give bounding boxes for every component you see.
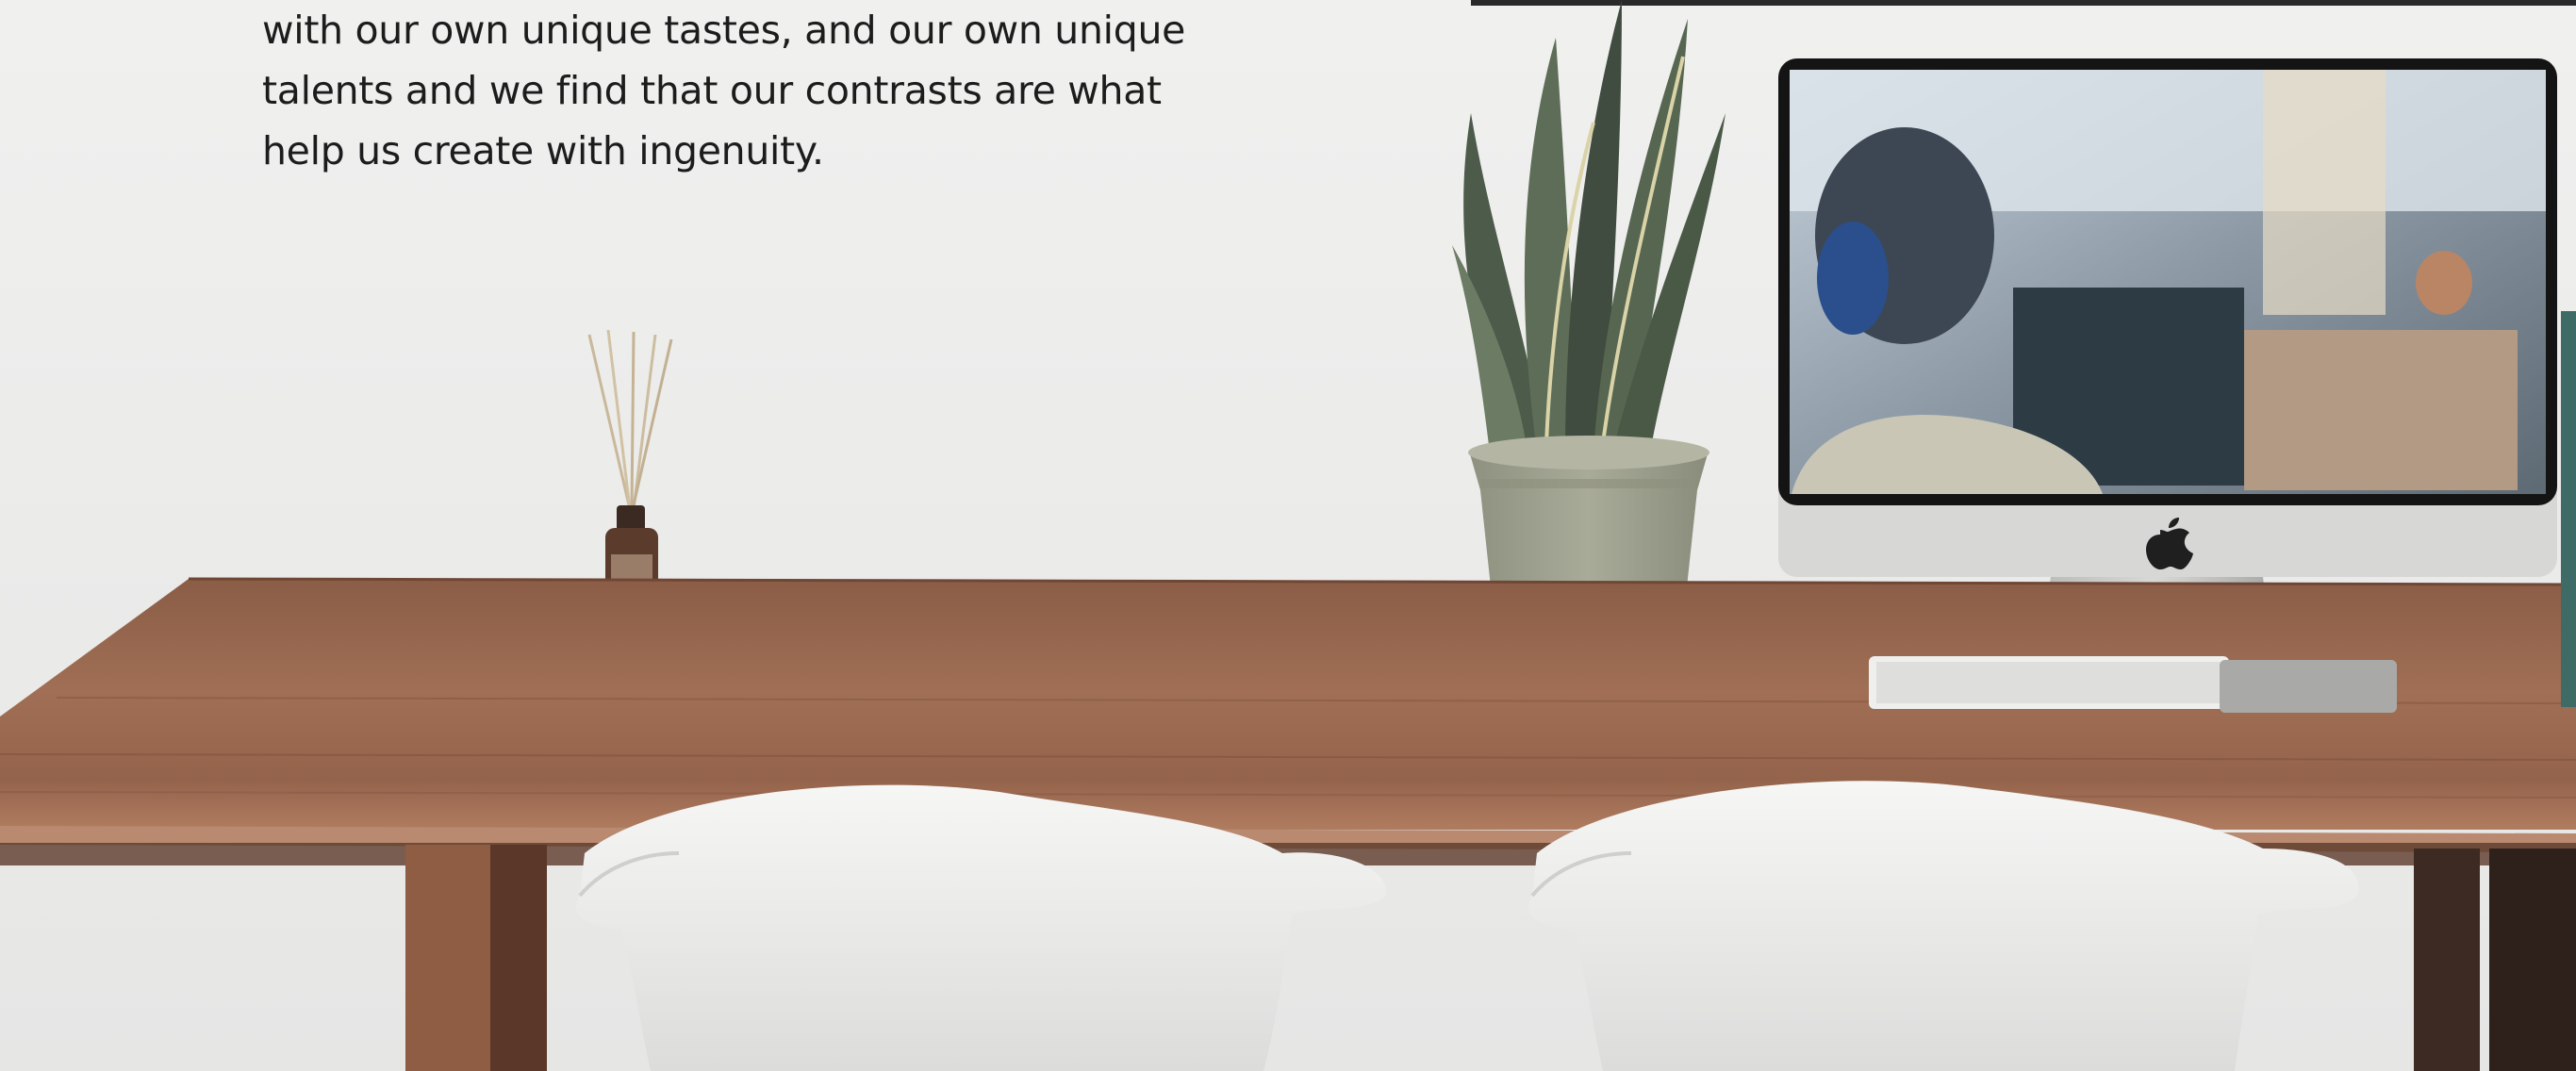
trackpad [2220, 660, 2397, 713]
intro-line-3: help us create with ingenuity. [262, 128, 824, 173]
snake-plant [1452, 0, 1726, 453]
intro-line-2: talents and we find that our contrasts a… [262, 68, 1162, 113]
intro-paragraph: with our own unique tastes, and our own … [262, 0, 1224, 181]
keyboard [1869, 656, 2229, 709]
wall-shelf [1471, 0, 2576, 6]
hero-photo-desk-scene: with our own unique tastes, and our own … [0, 0, 2576, 1071]
imac-monitor [1778, 58, 2557, 660]
intro-line-1: with our own unique tastes, and our own … [262, 8, 1186, 53]
